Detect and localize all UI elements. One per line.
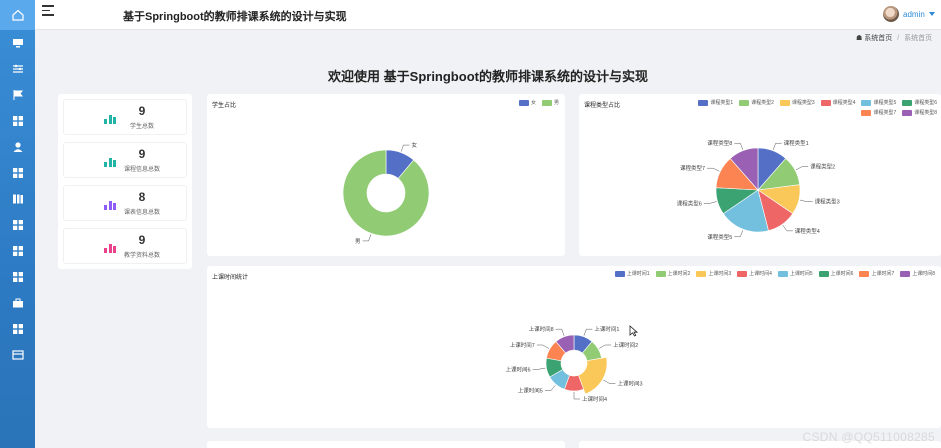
- book-icon: [12, 194, 23, 204]
- top-bar: 基于Springboot的教师排课系统的设计与实现 admin: [35, 0, 941, 30]
- stat-card: 9 教学资料总数: [63, 228, 187, 264]
- label-line: [362, 234, 372, 242]
- slice-label: 课程类型5: [707, 233, 732, 241]
- sidebar-item[interactable]: [0, 82, 35, 108]
- stat-label: 课程信息总数: [123, 167, 160, 173]
- label-line: [782, 225, 793, 232]
- slice-label: 课程类型4: [795, 227, 820, 235]
- sidebar-item[interactable]: [0, 316, 35, 342]
- stat-label: 教学资料总数: [123, 253, 160, 259]
- grid-icon: [12, 272, 23, 282]
- bottom-card: [207, 441, 565, 448]
- slice-label: 课程类型7: [680, 164, 705, 172]
- chevron-down-icon[interactable]: [929, 12, 935, 16]
- home-icon: ☗: [856, 35, 863, 42]
- grid-icon: [12, 246, 23, 256]
- sidebar-item[interactable]: [0, 160, 35, 186]
- stat-card: 9 学生总数: [63, 99, 187, 135]
- breadcrumb: ☗ 系统首页 / 系统首页: [856, 33, 932, 43]
- slice-label: 上课时间1: [594, 325, 619, 333]
- slice-label: 课程类型1: [784, 139, 809, 147]
- slice-label: 课程类型8: [707, 139, 732, 147]
- donut-chart: 女男: [342, 141, 430, 245]
- sidebar-item[interactable]: [0, 290, 35, 316]
- slice-label: 上课时间8: [529, 325, 554, 333]
- slice-label: 女: [411, 141, 417, 149]
- sidebar-item[interactable]: [0, 0, 35, 30]
- sidebar-item[interactable]: [0, 134, 35, 160]
- rose-chart: 上课时间1 上课时间2 上课时间3 上课时间4 上课时间5 上课时间6 上课时间7 上课时间8: [505, 325, 643, 403]
- breadcrumb-home[interactable]: 系统首页: [864, 35, 892, 42]
- label-line: [734, 230, 744, 238]
- label-line: [603, 379, 616, 384]
- sidebar-item[interactable]: [0, 342, 35, 368]
- grid-icon: [12, 324, 23, 334]
- label-line: [799, 199, 813, 202]
- monitor-icon: [12, 39, 23, 48]
- sidebar-item[interactable]: [0, 186, 35, 212]
- stat-label: 学生总数: [129, 124, 154, 130]
- stat-label: 课表信息总数: [123, 210, 160, 216]
- sidebar-item[interactable]: [0, 212, 35, 238]
- label-line: [532, 367, 546, 370]
- label-line: [555, 328, 565, 336]
- label-line: [573, 392, 580, 400]
- sidebar-item[interactable]: [0, 264, 35, 290]
- page-title: 欢迎使用 基于Springboot的教师排课系统的设计与实现: [328, 69, 648, 84]
- card-icon: [11, 350, 24, 360]
- watermark: CSDN @QQ511008285: [802, 430, 935, 444]
- label-line: [795, 166, 809, 171]
- sidebar-item[interactable]: [0, 108, 35, 134]
- label-line: [400, 144, 410, 152]
- mouse-cursor-icon: [629, 325, 638, 337]
- slice-label: 上课时间6: [505, 365, 530, 373]
- slice-label: 上课时间7: [510, 341, 535, 349]
- slice-label: 课程类型3: [815, 198, 840, 206]
- grid-icon: [12, 220, 23, 230]
- menu-toggle-icon[interactable]: [42, 5, 54, 16]
- sidebar-item[interactable]: [0, 30, 35, 56]
- slice-label: 课程类型2: [810, 163, 835, 171]
- stat-card: 8 课表信息总数: [63, 185, 187, 221]
- home-icon: [11, 9, 24, 21]
- sidebar-item[interactable]: [0, 238, 35, 264]
- stat-card: 9 课程信息总数: [63, 142, 187, 178]
- label-line: [734, 142, 744, 150]
- user-icon: [13, 142, 22, 152]
- class-time-card: 上课时间统计 上课时间1 上课时间2 上课时间3 上课时间4 上课时间5 上课时间6 上课时…: [207, 266, 941, 428]
- breadcrumb-separator: /: [897, 35, 900, 42]
- stat-value: 9: [138, 147, 146, 161]
- breadcrumb-current: 系统首页: [904, 35, 933, 42]
- label-line: [598, 344, 612, 349]
- slice-label: 男: [355, 238, 361, 245]
- stat-value: 8: [138, 190, 146, 204]
- avatar[interactable]: [883, 6, 899, 22]
- slice-label: 上课时间5: [518, 387, 543, 395]
- pie-chart: 课程类型1 课程类型2 课程类型3 课程类型4 课程类型5 课程类型6 课程类型7 课程类型8: [677, 139, 840, 241]
- user-name[interactable]: admin: [903, 10, 925, 19]
- app-title: 基于Springboot的教师排课系统的设计与实现: [123, 11, 347, 23]
- label-line: [583, 328, 593, 336]
- stat-value: 9: [138, 233, 146, 247]
- slice-label: 上课时间2: [613, 341, 638, 349]
- course-type-card: 课程类型占比 课程类型1 课程类型2 课程类型3 课程类型4 课程类型5 课程类型6 课程类…: [579, 94, 941, 256]
- label-line: [703, 201, 717, 204]
- label-line: [707, 167, 720, 172]
- pie-slice[interactable]: [342, 149, 430, 237]
- student-ratio-card: 学生占比 女男 女男: [207, 94, 565, 256]
- slice-label: 上课时间4: [582, 395, 607, 403]
- stats-panel: 9 学生总数 9 课程信息总数 8 课表信息总数 9 教学资料总数: [58, 94, 192, 269]
- slice-label: 课程类型6: [677, 199, 702, 207]
- slice-label: 上课时间3: [618, 380, 643, 388]
- grid-icon: [12, 168, 23, 178]
- label-line: [544, 385, 556, 391]
- briefcase-icon: [12, 298, 23, 308]
- label-line: [536, 344, 550, 349]
- grid-icon: [12, 116, 23, 126]
- label-line: [772, 142, 782, 150]
- stat-value: 9: [138, 104, 146, 118]
- flag-icon: [13, 90, 23, 100]
